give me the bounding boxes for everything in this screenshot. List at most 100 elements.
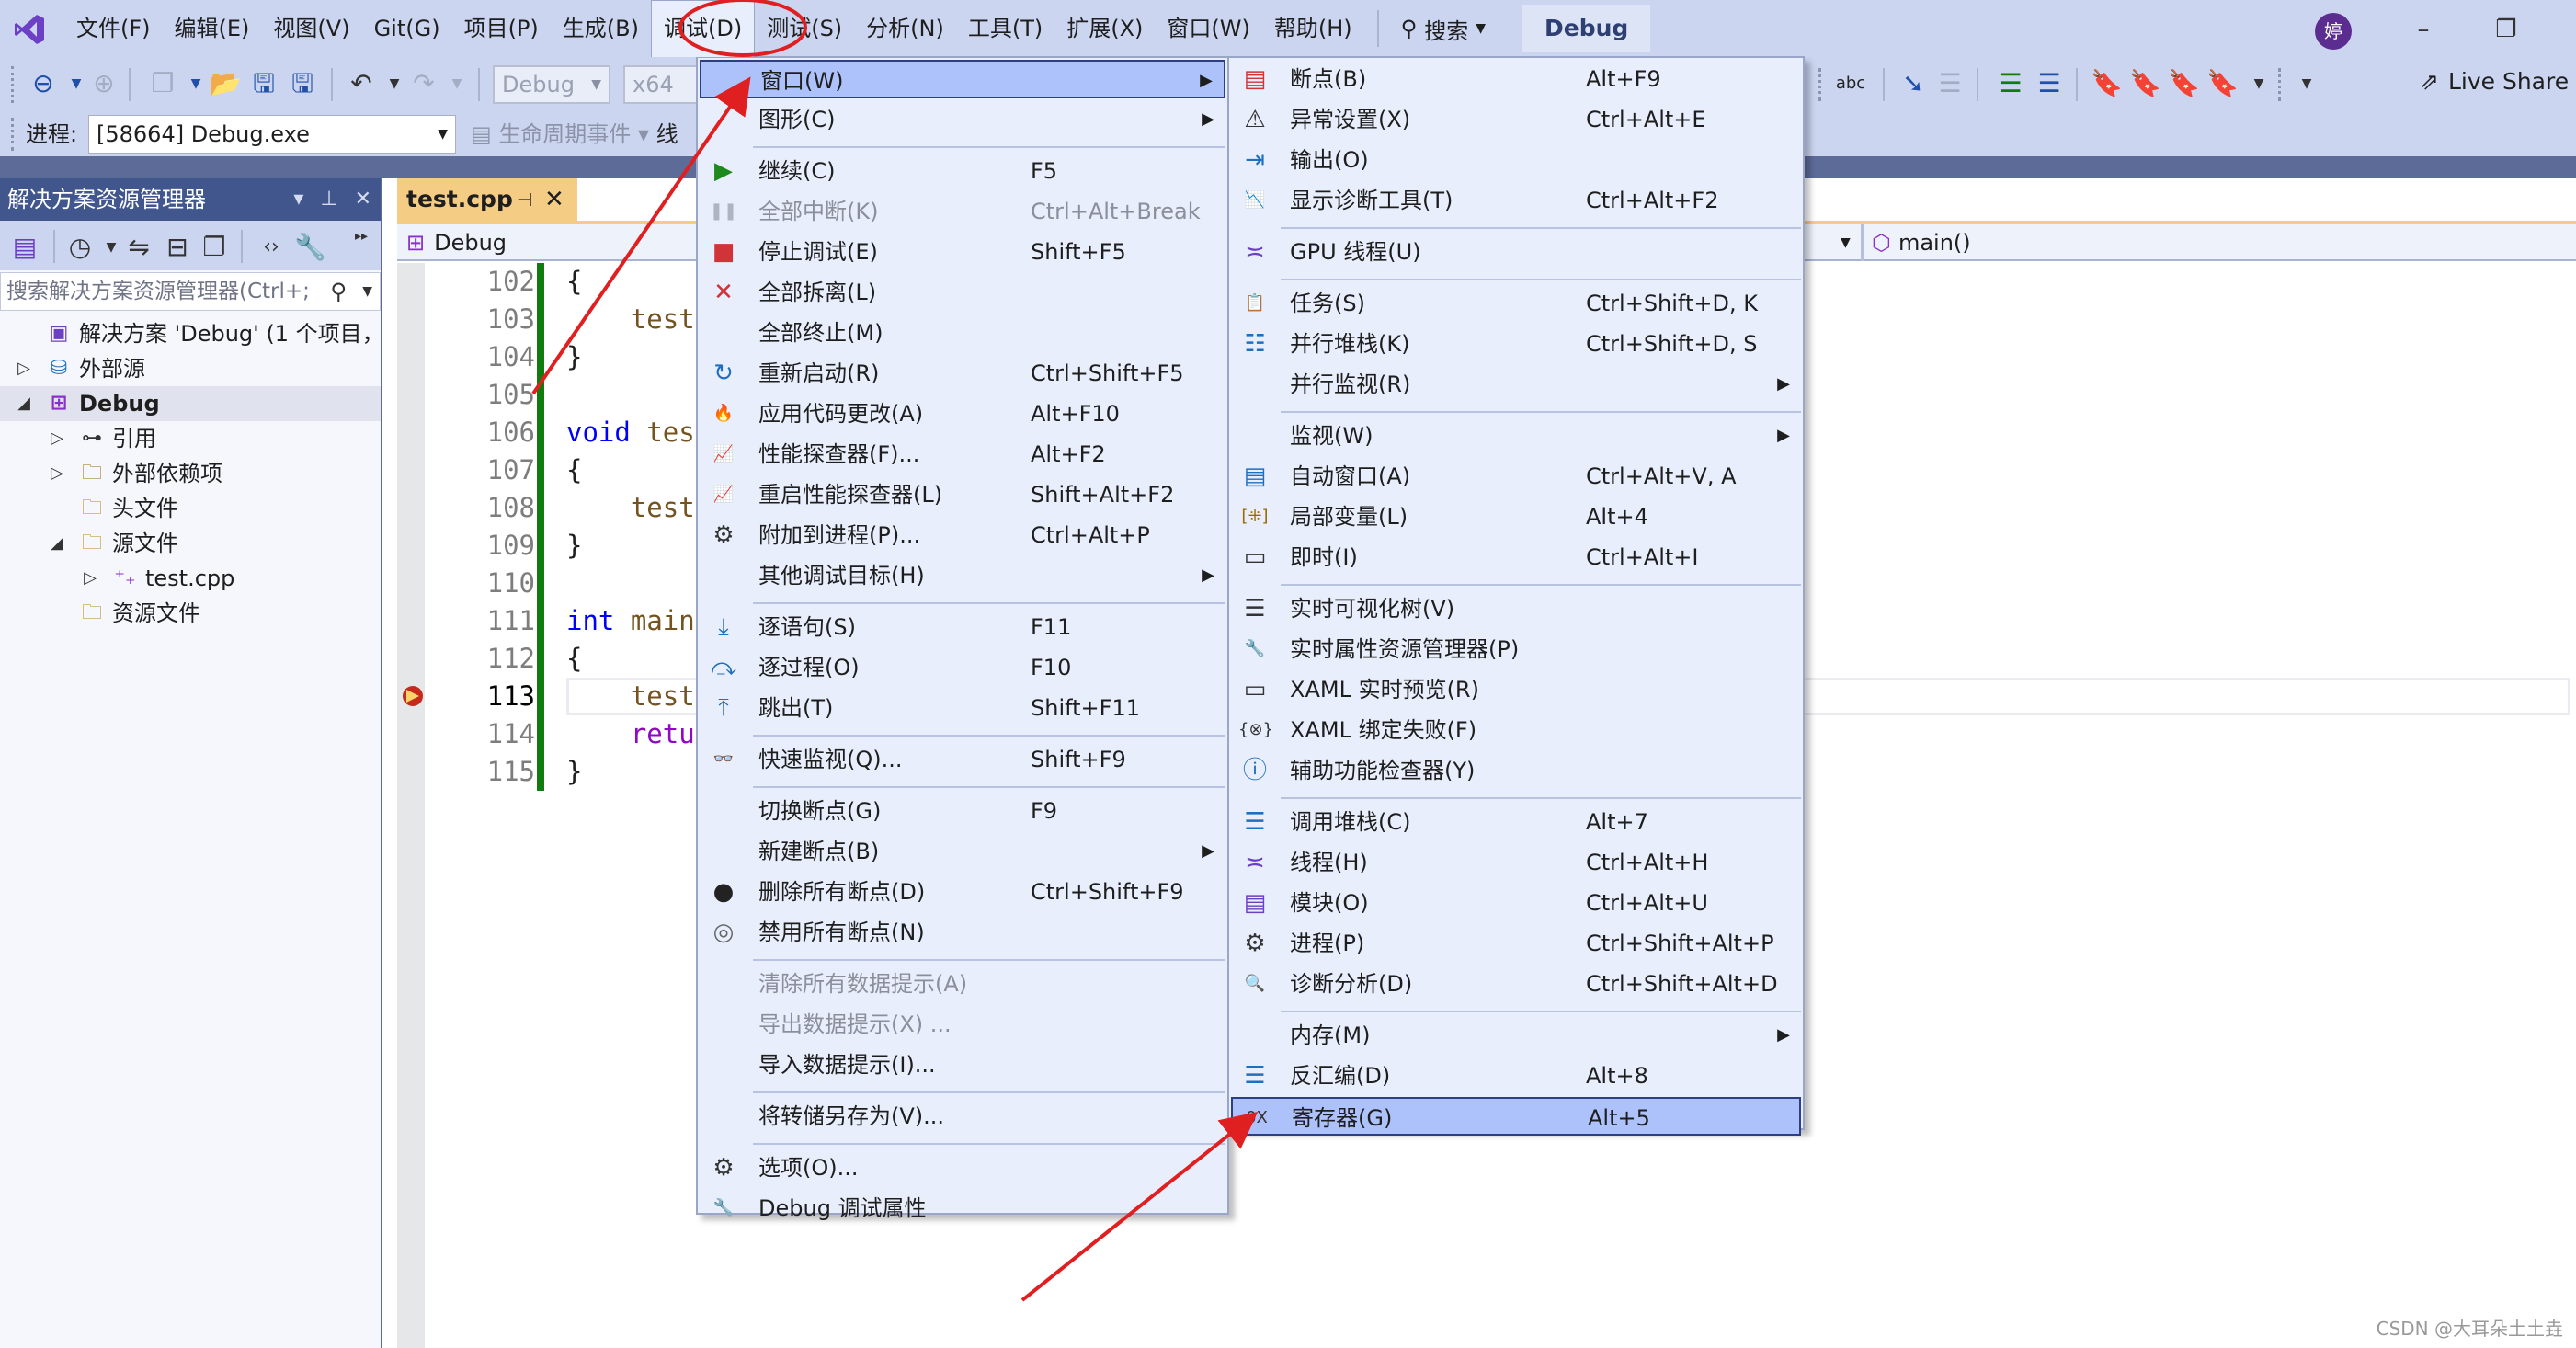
menu-item-20[interactable]: ⓘ 辅助功能检查器(Y) bbox=[1231, 751, 1801, 790]
menu-3[interactable]: Git(G) bbox=[362, 0, 452, 57]
menu-item-17[interactable]: 🔧 实时属性资源管理器(P) bbox=[1231, 630, 1801, 668]
menu-12[interactable]: 帮助(H) bbox=[1262, 0, 1364, 57]
menu-item-12[interactable]: ▤ 自动窗口(A) Ctrl+Alt+V, A bbox=[1231, 457, 1801, 496]
view-code-icon[interactable]: ‹› bbox=[256, 232, 287, 263]
menu-item-23[interactable]: ≍ 线程(H) Ctrl+Alt+H bbox=[1231, 843, 1801, 882]
restore-button[interactable]: ❐ bbox=[2488, 13, 2525, 46]
menu-4[interactable]: 项目(P) bbox=[452, 0, 551, 57]
tree-item[interactable]: ▷ ⁺₊ test.cpp bbox=[0, 561, 381, 596]
switch-views-icon[interactable]: ▤ bbox=[9, 232, 40, 263]
menu-5[interactable]: 生成(B) bbox=[551, 0, 651, 57]
menu-2[interactable]: 视图(V) bbox=[261, 0, 361, 57]
menu-8[interactable]: 分析(N) bbox=[854, 0, 956, 57]
toolbar-grip[interactable] bbox=[2278, 68, 2284, 101]
menu-item-8[interactable]: ↻ 重新启动(R) Ctrl+Shift+F5 bbox=[700, 354, 1225, 393]
save-all-icon[interactable]: 🖫 bbox=[287, 68, 318, 99]
undo-icon[interactable]: ↶ bbox=[346, 68, 377, 99]
format-document-icon[interactable]: ☰ bbox=[1934, 68, 1966, 99]
menu-item-22[interactable]: ☰ 调用堆栈(C) Alt+7 bbox=[1231, 803, 1801, 841]
menu-item-24[interactable]: ◎ 禁用所有断点(N) bbox=[700, 913, 1225, 952]
menu-item-33[interactable]: 🔧 Debug 调试属性 bbox=[700, 1189, 1225, 1228]
menu-item-3[interactable]: 📉 显示诊断工具(T) Ctrl+Alt+F2 bbox=[1231, 181, 1801, 220]
menu-item-19[interactable]: {⊗} XAML 绑定失败(F) bbox=[1231, 711, 1801, 749]
back-dropdown-icon[interactable]: ▼ bbox=[61, 68, 92, 99]
menu-item-28[interactable]: 导入数据提示(I)... bbox=[700, 1045, 1225, 1084]
menu-item-15[interactable]: ⤓ 逐语句(S) F11 bbox=[700, 608, 1225, 646]
toolbar-overflow-icon[interactable]: ▼ bbox=[2243, 68, 2274, 99]
tree-item[interactable]: ◢ 🗀 源文件 bbox=[0, 526, 381, 561]
menu-item-13[interactable]: 其他调试目标(H) ▶ bbox=[700, 556, 1225, 595]
menu-item-9[interactable]: 并行监视(R) ▶ bbox=[1231, 365, 1801, 404]
menu-item-32[interactable]: ⚙ 选项(O)... bbox=[700, 1148, 1225, 1187]
close-icon[interactable]: ✕ bbox=[355, 178, 371, 221]
menu-item-3[interactable]: ▶ 继续(C) F5 bbox=[700, 152, 1225, 190]
pending-changes-filter-icon[interactable]: ◷ bbox=[64, 232, 96, 263]
menu-0[interactable]: 文件(F) bbox=[64, 0, 163, 57]
expand-chevron-icon[interactable]: ▷ bbox=[48, 421, 66, 456]
menu-7[interactable]: 测试(S) bbox=[755, 0, 854, 57]
menu-item-7[interactable]: 📋 任务(S) Ctrl+Shift+D, K bbox=[1231, 284, 1801, 323]
lifecycle-events-button[interactable]: ▤ 生命周期事件 ▾ 线 bbox=[471, 118, 678, 151]
window-position-icon[interactable]: ▾ bbox=[293, 178, 303, 221]
new-dropdown-icon[interactable]: ▼ bbox=[180, 68, 211, 99]
menu-item-7[interactable]: 全部终止(M) bbox=[700, 314, 1225, 352]
menu-10[interactable]: 扩展(X) bbox=[1054, 0, 1155, 57]
menu-item-10[interactable]: 📈 性能探查器(F)... Alt+F2 bbox=[700, 435, 1225, 474]
properties-wrench-icon[interactable]: 🔧 bbox=[294, 232, 326, 263]
minimize-button[interactable]: – bbox=[2405, 13, 2442, 46]
open-file-icon[interactable]: 📂 bbox=[210, 68, 242, 99]
menu-item-11[interactable]: 📈 重启性能探查器(L) Shift+Alt+F2 bbox=[700, 475, 1225, 514]
tree-item[interactable]: ◢ ⊞ Debug bbox=[0, 386, 381, 421]
menu-item-5[interactable]: ■ 停止调试(E) Shift+F5 bbox=[700, 233, 1225, 271]
tree-item[interactable]: 🗀 头文件 bbox=[0, 491, 381, 526]
search-button[interactable]: ⚲ 搜索 ▼ bbox=[1392, 13, 1495, 45]
menu-item-30[interactable]: 0X 寄存器(G) Alt+5 bbox=[1231, 1097, 1801, 1136]
chevron-down-icon[interactable]: ▼ bbox=[1841, 224, 1851, 261]
collapse-chevron-icon[interactable]: ◢ bbox=[15, 386, 33, 421]
close-tab-icon[interactable]: ✕ bbox=[544, 178, 564, 221]
menu-item-24[interactable]: ▤ 模块(O) Ctrl+Alt+U bbox=[1231, 884, 1801, 922]
menu-9[interactable]: 工具(T) bbox=[956, 0, 1054, 57]
filter-dropdown-icon[interactable]: ▼ bbox=[96, 232, 127, 263]
menu-item-19[interactable]: 👓 快速监视(Q)... Shift+F9 bbox=[700, 740, 1225, 779]
configuration-combo[interactable]: Debug ▼ bbox=[493, 65, 610, 104]
menu-item-0[interactable]: 窗口(W) ▶ bbox=[700, 60, 1225, 98]
menu-item-18[interactable]: ▭ XAML 实时预览(R) bbox=[1231, 670, 1801, 709]
pin-tab-icon[interactable]: ⊣ bbox=[517, 178, 532, 221]
select-cursor-icon[interactable]: ➘ bbox=[1898, 68, 1929, 99]
menu-item-30[interactable]: 将转储另存为(V)... bbox=[700, 1097, 1225, 1136]
menu-6[interactable]: 调试(D) bbox=[650, 0, 756, 57]
expand-chevron-icon[interactable]: ▷ bbox=[15, 351, 33, 386]
tree-item[interactable]: ▷ ⊶ 引用 bbox=[0, 421, 381, 456]
menu-item-25[interactable]: ⚙ 进程(P) Ctrl+Shift+Alt+P bbox=[1231, 924, 1801, 963]
search-options-dropdown-icon[interactable]: ▼ bbox=[362, 273, 372, 310]
menu-11[interactable]: 窗口(W) bbox=[1155, 0, 1261, 57]
navigate-forward-icon[interactable]: ⊕ bbox=[88, 68, 120, 99]
next-bookmark-icon[interactable]: 🔖 bbox=[2168, 68, 2200, 99]
menu-item-14[interactable]: ▭ 即时(I) Ctrl+Alt+I bbox=[1231, 538, 1801, 577]
undo-dropdown-icon[interactable]: ▼ bbox=[379, 68, 410, 99]
menu-item-5[interactable]: ≍ GPU 线程(U) bbox=[1231, 233, 1801, 271]
menu-item-16[interactable]: ☰ 实时可视化树(V) bbox=[1231, 589, 1801, 628]
user-avatar[interactable]: 婷 bbox=[2315, 13, 2352, 50]
overflow-icon[interactable]: ▸▸ bbox=[346, 221, 377, 252]
tree-item[interactable]: ▣ 解决方案 'Debug' (1 个项目，共 bbox=[0, 316, 381, 351]
member-dropdown[interactable]: ⬡ main() bbox=[1861, 224, 2576, 261]
menu-item-17[interactable]: ⤒ 跳出(T) Shift+F11 bbox=[700, 689, 1225, 727]
process-combo[interactable]: [58664] Debug.exe ▼ bbox=[88, 115, 456, 154]
tree-item[interactable]: ▷ 🗀 外部依赖项 bbox=[0, 456, 381, 491]
show-all-files-icon[interactable]: ❐ bbox=[199, 232, 230, 263]
menu-item-11[interactable]: 监视(W) ▶ bbox=[1231, 417, 1801, 455]
navigate-back-icon[interactable]: ⊖ bbox=[28, 68, 59, 99]
spell-check-icon[interactable]: abc bbox=[1835, 68, 1866, 99]
collapse-chevron-icon[interactable]: ◢ bbox=[48, 526, 66, 561]
platform-combo[interactable]: x64 bbox=[623, 65, 706, 104]
project-scope-dropdown[interactable]: ⊞ Debug bbox=[406, 224, 507, 261]
menu-item-22[interactable]: 新建断点(B) ▶ bbox=[700, 832, 1225, 871]
toolbar-overflow-icon[interactable]: ▼ bbox=[2291, 68, 2322, 99]
menu-1[interactable]: 编辑(E) bbox=[163, 0, 262, 57]
menu-item-9[interactable]: 🔥 应用代码更改(A) Alt+F10 bbox=[700, 394, 1225, 433]
expand-chevron-icon[interactable]: ▷ bbox=[48, 456, 66, 491]
bookmark-icon[interactable]: 🔖 bbox=[2091, 68, 2123, 99]
menu-item-1[interactable]: ⚠ 异常设置(X) Ctrl+Alt+E bbox=[1231, 100, 1801, 139]
